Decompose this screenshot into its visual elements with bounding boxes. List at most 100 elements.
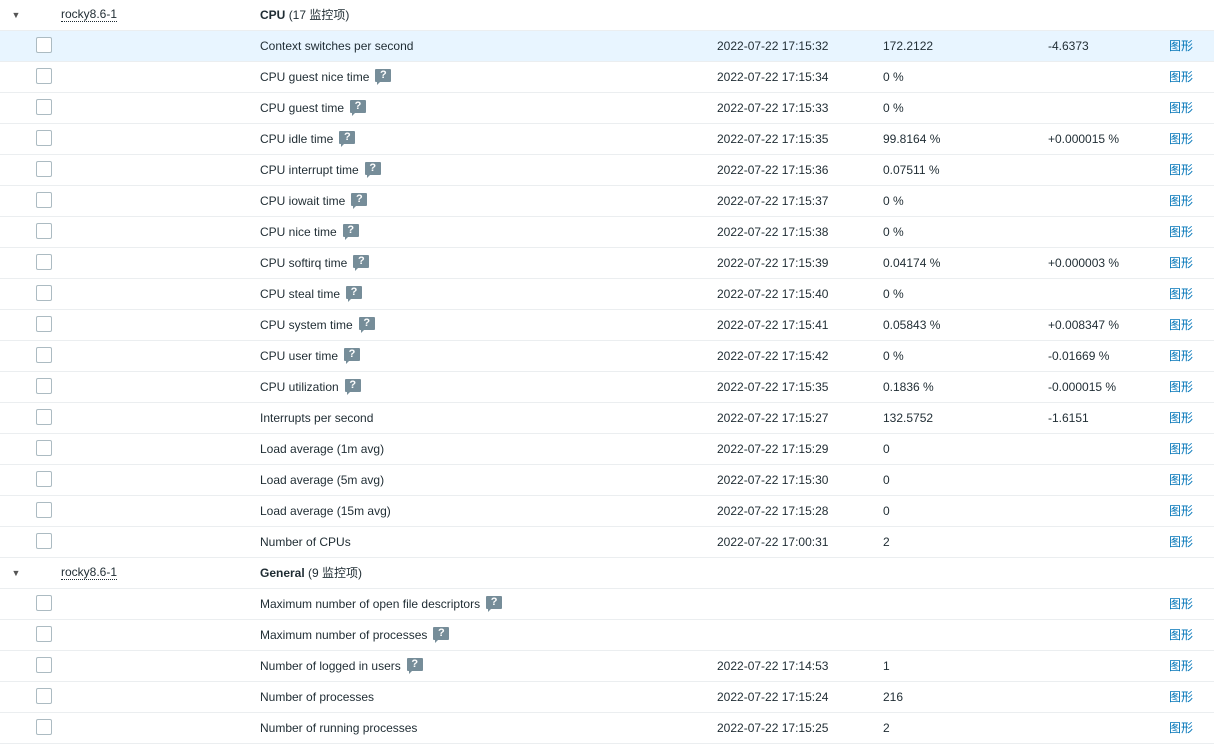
help-icon[interactable]: ?	[346, 286, 363, 303]
row-checkbox[interactable]	[36, 347, 52, 363]
graph-link[interactable]: 图形	[1169, 341, 1193, 371]
last-value: 0.07511 %	[883, 163, 940, 177]
help-icon[interactable]: ?	[375, 69, 392, 86]
row-checkbox[interactable]	[36, 37, 52, 53]
collapse-toggle-icon[interactable]: ▼	[9, 0, 23, 30]
help-icon[interactable]: ?	[350, 100, 367, 117]
row-checkbox[interactable]	[36, 161, 52, 177]
last-check-time: 2022-07-22 17:15:30	[717, 473, 829, 487]
table-row: Maximum number of processes? 图形	[0, 620, 1214, 651]
help-icon[interactable]: ?	[486, 596, 503, 613]
graph-link[interactable]: 图形	[1169, 31, 1193, 61]
graph-link[interactable]: 图形	[1169, 93, 1193, 123]
item-name: Context switches per second	[260, 39, 414, 53]
graph-link[interactable]: 图形	[1169, 527, 1193, 557]
help-icon[interactable]: ?	[364, 162, 381, 179]
graph-link[interactable]: 图形	[1169, 62, 1193, 92]
help-icon[interactable]: ?	[342, 224, 359, 241]
last-value: 99.8164 %	[883, 132, 941, 146]
graph-link[interactable]: 图形	[1169, 124, 1193, 154]
row-checkbox[interactable]	[36, 68, 52, 84]
item-name: CPU utilization	[260, 380, 339, 394]
help-icon[interactable]: ?	[344, 348, 361, 365]
last-value: 0 %	[883, 70, 904, 84]
help-icon[interactable]: ?	[339, 131, 356, 148]
row-checkbox[interactable]	[36, 595, 52, 611]
collapse-toggle-icon[interactable]: ▼	[9, 558, 23, 588]
table-row: Number of running processes 2022-07-22 1…	[0, 713, 1214, 744]
graph-link[interactable]: 图形	[1169, 589, 1193, 619]
table-row: CPU steal time? 2022-07-22 17:15:40 0 % …	[0, 279, 1214, 310]
table-row: Context switches per second 2022-07-22 1…	[0, 31, 1214, 62]
graph-link[interactable]: 图形	[1169, 496, 1193, 526]
help-icon[interactable]: ?	[344, 379, 361, 396]
graph-link[interactable]: 图形	[1169, 217, 1193, 247]
graph-link[interactable]: 图形	[1169, 434, 1193, 464]
row-checkbox[interactable]	[36, 192, 52, 208]
graph-link[interactable]: 图形	[1169, 403, 1193, 433]
item-name-cell: Number of logged in users?	[260, 651, 423, 681]
table-row: Load average (5m avg) 2022-07-22 17:15:3…	[0, 465, 1214, 496]
row-checkbox[interactable]	[36, 688, 52, 704]
item-name: CPU nice time	[260, 225, 337, 239]
last-check-time: 2022-07-22 17:15:39	[717, 256, 829, 270]
graph-link[interactable]: 图形	[1169, 372, 1193, 402]
table-row: Number of CPUs 2022-07-22 17:00:31 2 图形	[0, 527, 1214, 558]
row-checkbox[interactable]	[36, 316, 52, 332]
help-icon[interactable]: ?	[406, 658, 423, 675]
row-checkbox[interactable]	[36, 223, 52, 239]
group-app-name: General	[260, 566, 305, 580]
row-checkbox[interactable]	[36, 533, 52, 549]
row-checkbox[interactable]	[36, 719, 52, 735]
last-check-time: 2022-07-22 17:15:37	[717, 194, 829, 208]
item-name-cell: Load average (1m avg)	[260, 434, 384, 464]
row-checkbox[interactable]	[36, 99, 52, 115]
last-check-time: 2022-07-22 17:15:42	[717, 349, 829, 363]
row-checkbox[interactable]	[36, 440, 52, 456]
row-checkbox[interactable]	[36, 502, 52, 518]
last-check-time: 2022-07-22 17:15:35	[717, 380, 829, 394]
graph-link[interactable]: 图形	[1169, 186, 1193, 216]
last-value: 2	[883, 721, 890, 735]
value-change: -1.6151	[1048, 411, 1089, 425]
graph-link[interactable]: 图形	[1169, 620, 1193, 650]
group-app-name: CPU	[260, 8, 286, 22]
value-change: +0.008347 %	[1048, 318, 1120, 332]
row-checkbox[interactable]	[36, 378, 52, 394]
item-name: Load average (15m avg)	[260, 504, 391, 518]
item-name: Load average (5m avg)	[260, 473, 385, 487]
last-check-time: 2022-07-22 17:15:33	[717, 101, 829, 115]
item-name: Load average (1m avg)	[260, 442, 385, 456]
host-link[interactable]: rocky8.6-1	[61, 7, 118, 22]
row-checkbox[interactable]	[36, 409, 52, 425]
last-check-time: 2022-07-22 17:15:36	[717, 163, 829, 177]
item-name: CPU guest nice time	[260, 70, 370, 84]
item-name-cell: CPU utilization?	[260, 372, 361, 402]
table-row: Maximum number of open file descriptors?…	[0, 589, 1214, 620]
item-name-cell: CPU nice time?	[260, 217, 359, 247]
graph-link[interactable]: 图形	[1169, 279, 1193, 309]
row-checkbox[interactable]	[36, 285, 52, 301]
item-name: Maximum number of open file descriptors	[260, 597, 481, 611]
row-checkbox[interactable]	[36, 471, 52, 487]
graph-link[interactable]: 图形	[1169, 651, 1193, 681]
host-link[interactable]: rocky8.6-1	[61, 565, 118, 580]
help-icon[interactable]: ?	[358, 317, 375, 334]
help-icon[interactable]: ?	[353, 255, 370, 272]
last-check-time: 2022-07-22 17:00:31	[717, 535, 829, 549]
help-icon[interactable]: ?	[433, 627, 450, 644]
graph-link[interactable]: 图形	[1169, 682, 1193, 712]
last-check-time: 2022-07-22 17:15:24	[717, 690, 829, 704]
row-checkbox[interactable]	[36, 657, 52, 673]
graph-link[interactable]: 图形	[1169, 713, 1193, 743]
row-checkbox[interactable]	[36, 254, 52, 270]
graph-link[interactable]: 图形	[1169, 155, 1193, 185]
graph-link[interactable]: 图形	[1169, 465, 1193, 495]
row-checkbox[interactable]	[36, 130, 52, 146]
item-name-cell: CPU system time?	[260, 310, 375, 340]
graph-link[interactable]: 图形	[1169, 248, 1193, 278]
table-row: CPU guest nice time? 2022-07-22 17:15:34…	[0, 62, 1214, 93]
graph-link[interactable]: 图形	[1169, 310, 1193, 340]
help-icon[interactable]: ?	[351, 193, 368, 210]
row-checkbox[interactable]	[36, 626, 52, 642]
